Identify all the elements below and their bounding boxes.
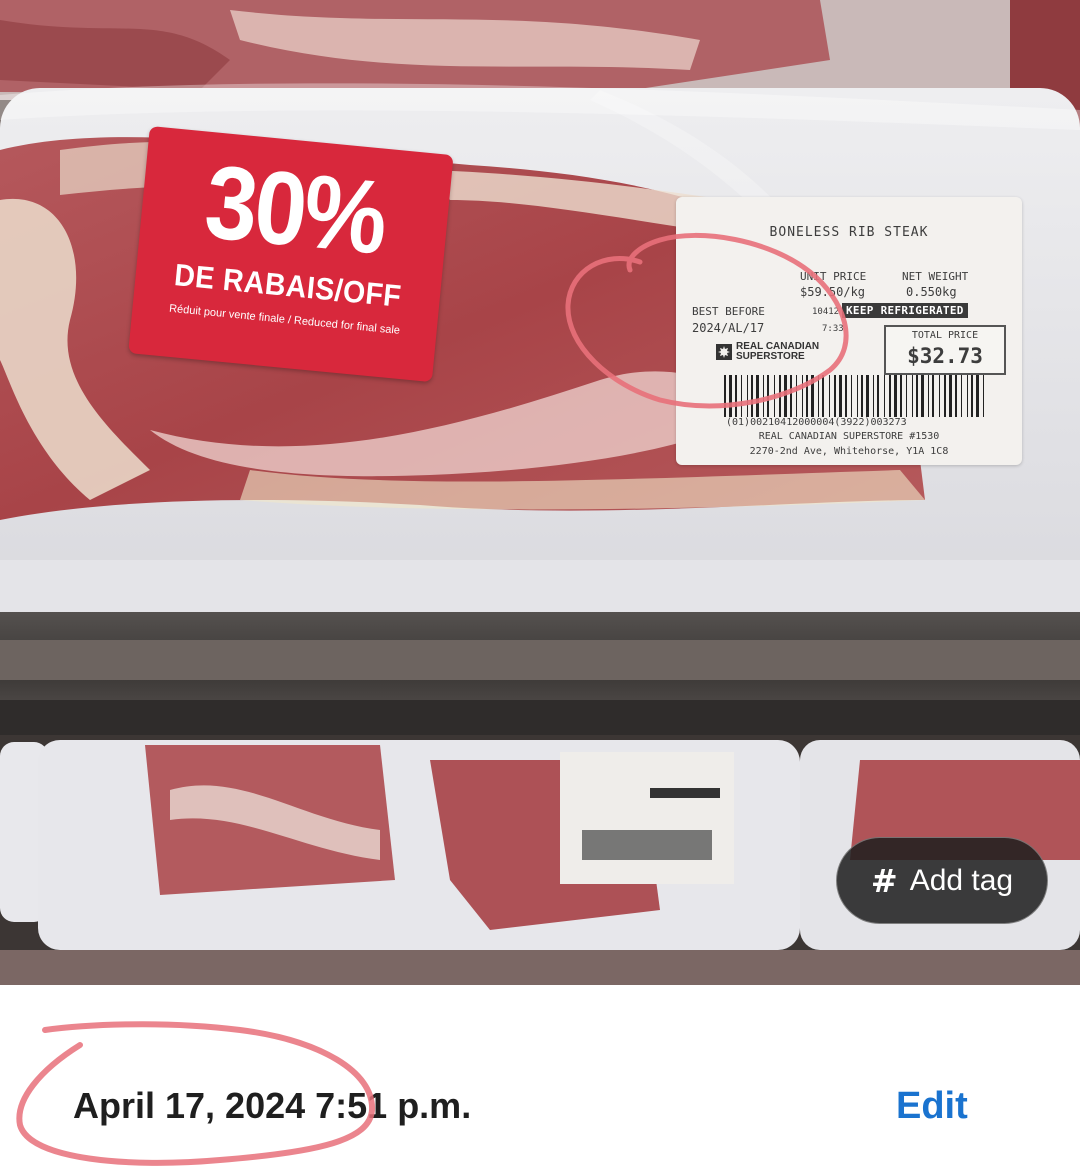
photo-info-bar xyxy=(0,985,1080,1168)
barcode-bar xyxy=(747,375,748,417)
barcode-bar xyxy=(884,375,885,417)
barcode-bar xyxy=(894,375,897,417)
add-tag-label: Add tag xyxy=(909,863,1014,897)
maple-leaf-icon xyxy=(716,344,732,360)
barcode-bar xyxy=(857,375,858,417)
barcode-bar xyxy=(774,375,775,417)
keep-refrigerated-banner: KEEP REFRIGERATED xyxy=(842,303,968,318)
barcode-bar xyxy=(912,375,913,417)
best-before-heading: BEST BEFORE xyxy=(692,305,765,318)
store-name: REAL CANADIAN SUPERSTORE #1530 xyxy=(758,431,940,442)
barcode-bar xyxy=(779,375,781,417)
edit-button[interactable]: Edit xyxy=(896,1085,968,1128)
barcode-bar xyxy=(976,375,979,417)
add-tag-button[interactable]: # Add tag xyxy=(836,837,1048,924)
total-price-box: TOTAL PRICE $32.73 xyxy=(884,325,1006,375)
product-name: BONELESS RIB STEAK xyxy=(769,225,929,240)
barcode-bar xyxy=(751,375,753,417)
store-address: 2270-2nd Ave, Whitehorse, Y1A 1C8 xyxy=(749,446,949,457)
barcode-bar xyxy=(921,375,924,417)
barcode-bar xyxy=(851,375,852,417)
discount-sticker: 30% DE RABAIS/OFF Réduit pour vente fina… xyxy=(128,126,454,383)
photo-datetime: April 17, 2024 7:51 p.m. xyxy=(73,1085,472,1126)
barcode-bar xyxy=(724,375,726,417)
lot-code: 10412 xyxy=(812,307,840,317)
barcode-bar xyxy=(949,375,952,417)
barcode-bar xyxy=(873,375,874,417)
price-label: BONELESS RIB STEAK UNIT PRICE $59.50/kg … xyxy=(676,197,1022,465)
barcode-bar xyxy=(944,375,946,417)
barcode-bar xyxy=(916,375,918,417)
barcode-bar xyxy=(845,375,847,417)
barcode-bar xyxy=(767,375,769,417)
barcode-bar xyxy=(928,375,929,417)
barcode-bar xyxy=(983,375,984,417)
barcode-bar xyxy=(796,375,797,417)
barcode-number: (01)00210412000004(3922)003273 xyxy=(726,417,907,428)
net-weight: 0.550kg xyxy=(906,285,957,299)
net-weight-heading: NET WEIGHT xyxy=(902,270,969,283)
barcode-bar xyxy=(818,375,819,417)
barcode xyxy=(724,375,984,417)
barcode-bar xyxy=(811,375,814,417)
barcode-bar xyxy=(877,375,879,417)
barcode-bar xyxy=(861,375,863,417)
store-logo: REAL CANADIAN SUPERSTORE xyxy=(716,342,819,362)
pack-time: 7:33 xyxy=(822,324,844,334)
barcode-bar xyxy=(834,375,836,417)
best-before-date: 2024/AL/17 xyxy=(692,321,765,335)
barcode-bar xyxy=(961,375,962,417)
barcode-bar xyxy=(802,375,803,417)
total-price-heading: TOTAL PRICE xyxy=(911,330,979,341)
barcode-bar xyxy=(906,375,907,417)
barcode-bar xyxy=(741,375,742,417)
barcode-bar xyxy=(900,375,902,417)
barcode-bar xyxy=(790,375,792,417)
discount-percent: 30% xyxy=(200,143,390,277)
barcode-bar xyxy=(784,375,787,417)
barcode-bar xyxy=(889,375,891,417)
barcode-bar xyxy=(955,375,957,417)
barcode-bar xyxy=(967,375,968,417)
barcode-bar xyxy=(729,375,732,417)
barcode-bar xyxy=(763,375,764,417)
barcode-bar xyxy=(839,375,842,417)
hash-icon: # xyxy=(870,861,898,900)
barcode-bar xyxy=(735,375,737,417)
barcode-bar xyxy=(756,375,759,417)
barcode-bar xyxy=(971,375,973,417)
barcode-bar xyxy=(866,375,869,417)
photo-viewer[interactable]: 30% DE RABAIS/OFF Réduit pour vente fina… xyxy=(0,0,1080,985)
barcode-bar xyxy=(932,375,934,417)
barcode-bar xyxy=(829,375,830,417)
barcode-bar xyxy=(822,375,824,417)
barcode-bar xyxy=(806,375,808,417)
brand-line-2: SUPERSTORE xyxy=(736,351,805,362)
barcode-bar xyxy=(939,375,940,417)
total-price: $32.73 xyxy=(907,344,983,368)
unit-price: $59.50/kg xyxy=(800,285,866,299)
unit-price-heading: UNIT PRICE xyxy=(800,270,867,283)
